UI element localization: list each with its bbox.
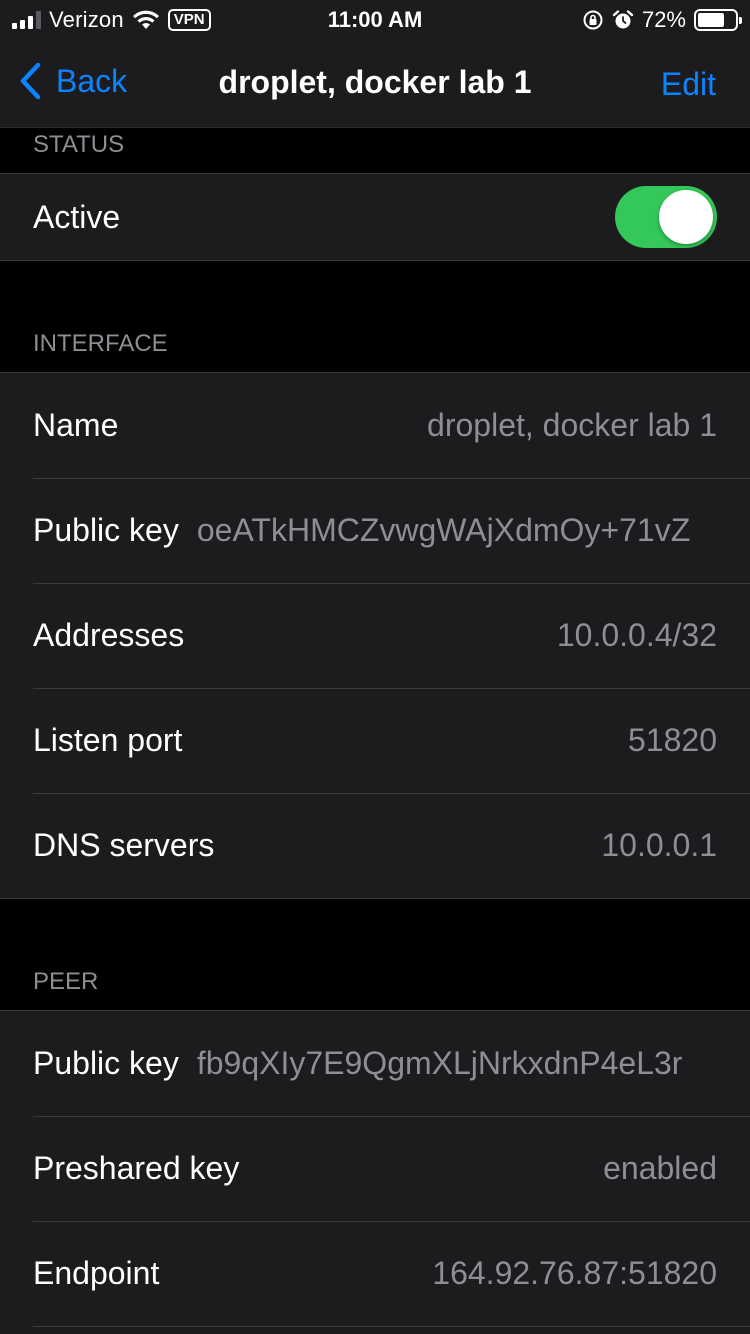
row-value: 10.0.0.1 [601, 827, 717, 863]
row-label: Name [33, 407, 119, 443]
cellular-signal-icon [12, 11, 41, 29]
alarm-icon [612, 10, 634, 29]
peer-preshared-key-row[interactable]: Preshared key enabled [0, 1116, 750, 1221]
carrier-name: Verizon [49, 7, 124, 32]
peer-group: Public key fb9qXIy7E9QgmXLjNrkxdnP4eL3r … [0, 1010, 750, 1334]
orientation-lock-icon [583, 10, 603, 30]
interface-addresses-row[interactable]: Addresses 10.0.0.4/32 [0, 583, 750, 688]
navigation-bar: Back droplet, docker lab 1 Edit [0, 40, 750, 128]
active-toggle[interactable] [615, 186, 717, 248]
row-label: Preshared key [33, 1150, 240, 1186]
row-label: Endpoint [33, 1255, 160, 1291]
back-button[interactable]: Back [18, 62, 127, 100]
vpn-badge: VPN [167, 9, 211, 31]
interface-dns-servers-row[interactable]: DNS servers 10.0.0.1 [0, 793, 750, 898]
peer-public-key-row[interactable]: Public key fb9qXIy7E9QgmXLjNrkxdnP4eL3r [0, 1011, 750, 1116]
row-value: fb9qXIy7E9QgmXLjNrkxdnP4eL3r [196, 1045, 683, 1081]
toggle-knob [659, 190, 713, 244]
active-row: Active [0, 174, 750, 260]
row-label: Public key [33, 1045, 179, 1081]
battery-fill [698, 13, 724, 27]
row-value: 10.0.0.4/32 [556, 617, 717, 653]
row-value: 164.92.76.87:51820 [432, 1255, 717, 1291]
row-label: DNS servers [33, 827, 215, 863]
row-label: Public key [33, 512, 179, 548]
tunnel-detail-list[interactable]: STATUS Active INTERFACE Name droplet, do… [0, 129, 750, 1334]
row-value: 51820 [628, 722, 717, 758]
row-label: Addresses [33, 617, 185, 653]
interface-group: Name droplet, docker lab 1 Public key oe… [0, 372, 750, 899]
status-time: 11:00 AM [327, 7, 423, 32]
interface-public-key-row[interactable]: Public key oeATkHMCZvwgWAjXdmOy+71vZ [0, 478, 750, 583]
chevron-left-icon [20, 62, 41, 100]
row-value: enabled [603, 1150, 717, 1186]
wifi-icon [132, 10, 159, 29]
row-value: oeATkHMCZvwgWAjXdmOy+71vZ [196, 512, 691, 548]
list-continuation [0, 1326, 750, 1334]
section-header-peer: PEER [33, 968, 99, 995]
status-bar-left: Verizon VPN [12, 6, 211, 34]
row-value: droplet, docker lab 1 [427, 407, 717, 443]
battery-icon [694, 9, 742, 31]
section-header-interface: INTERFACE [33, 330, 168, 357]
status-bar: Verizon VPN 11:00 AM 72% [0, 0, 750, 40]
page-title: droplet, docker lab 1 [218, 64, 532, 100]
section-header-status: STATUS [33, 131, 125, 158]
edit-button[interactable]: Edit [661, 66, 716, 103]
peer-endpoint-row[interactable]: Endpoint 164.92.76.87:51820 [0, 1221, 750, 1326]
active-label: Active [33, 198, 121, 235]
interface-listen-port-row[interactable]: Listen port 51820 [0, 688, 750, 793]
interface-name-row[interactable]: Name droplet, docker lab 1 [0, 373, 750, 478]
status-bar-right: 72% [582, 6, 742, 34]
row-label: Listen port [33, 722, 183, 758]
battery-percent: 72% [641, 7, 686, 32]
back-label: Back [56, 62, 128, 99]
status-group: Active [0, 173, 750, 261]
